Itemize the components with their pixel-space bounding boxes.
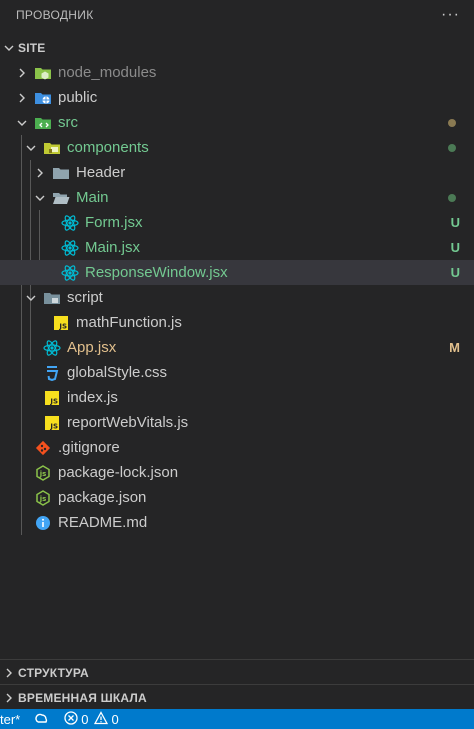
tree-item-label: Form.jsx bbox=[85, 214, 143, 231]
tree-item-label: package.json bbox=[58, 489, 147, 506]
tree-item-label: public bbox=[58, 89, 98, 106]
tree-item-label: Main.jsx bbox=[85, 239, 141, 256]
src-folder-icon bbox=[34, 114, 52, 132]
js-icon: JS bbox=[43, 389, 61, 407]
svg-text:JS: JS bbox=[49, 397, 58, 405]
tree-item-main-jsx[interactable]: Main.jsx U bbox=[0, 235, 474, 260]
tree-item-label: node_modules bbox=[58, 64, 157, 81]
tree-item-index-js[interactable]: JS index.js bbox=[0, 385, 474, 410]
nodejs-icon: js bbox=[34, 464, 52, 482]
script-folder-icon bbox=[43, 289, 61, 307]
timeline-section-label: ВРЕМЕННАЯ ШКАЛА bbox=[18, 690, 147, 705]
chevron-down-icon[interactable] bbox=[32, 190, 48, 206]
git-status-badge: U bbox=[450, 215, 460, 230]
modified-dot-indicator bbox=[448, 143, 456, 152]
status-bar: ter* 0 0 bbox=[0, 709, 474, 729]
timeline-section-header[interactable]: ВРЕМЕННАЯ ШКАЛА bbox=[0, 685, 474, 710]
tree-item-label: App.jsx bbox=[67, 339, 117, 356]
chevron-down-icon[interactable] bbox=[23, 140, 39, 156]
chevron-right-icon[interactable] bbox=[14, 90, 30, 106]
chevron-right-icon bbox=[2, 667, 16, 679]
tree-item-global-style-css[interactable]: globalStyle.css bbox=[0, 360, 474, 385]
tree-item-label: package-lock.json bbox=[58, 464, 179, 481]
modified-dot-indicator bbox=[448, 193, 456, 202]
git-status-badge: U bbox=[450, 265, 460, 280]
git-status-badge: M bbox=[449, 340, 460, 355]
svg-text:js: js bbox=[39, 495, 47, 503]
tree-item-label: reportWebVitals.js bbox=[67, 414, 189, 431]
tree-item-label: Header bbox=[76, 164, 126, 181]
react-icon bbox=[61, 264, 79, 282]
tree-item-label: mathFunction.js bbox=[76, 314, 182, 331]
node-folder-icon bbox=[34, 64, 52, 82]
tree-item-report-web-vitals-js[interactable]: JS reportWebVitals.js bbox=[0, 410, 474, 435]
folder-open-icon bbox=[52, 189, 70, 207]
svg-text:js: js bbox=[39, 470, 47, 478]
tree-item-label: Main bbox=[76, 189, 109, 206]
svg-text:JS: JS bbox=[58, 322, 67, 330]
root-folder-header[interactable]: SITE bbox=[0, 35, 474, 60]
warning-count: 0 bbox=[111, 711, 119, 727]
react-icon bbox=[43, 339, 61, 357]
tree-item-node-modules[interactable]: node_modules bbox=[0, 60, 474, 85]
tree-item-label: src bbox=[58, 114, 78, 131]
tree-item-label: README.md bbox=[58, 514, 148, 531]
tree-item-src[interactable]: src bbox=[0, 110, 474, 135]
tree-item-components[interactable]: components bbox=[0, 135, 474, 160]
tree-item-readme-md[interactable]: README.md bbox=[0, 510, 474, 535]
tree-item-math-function-js[interactable]: JS mathFunction.js bbox=[0, 310, 474, 335]
git-icon bbox=[34, 439, 52, 457]
js-icon: JS bbox=[43, 414, 61, 432]
git-branch-status[interactable]: ter* bbox=[0, 712, 20, 727]
tree-item-label: .gitignore bbox=[58, 439, 120, 456]
svg-text:JS: JS bbox=[49, 422, 58, 430]
sync-icon[interactable] bbox=[34, 712, 50, 726]
explorer-header: ПРОВОДНИК ··· bbox=[0, 0, 474, 30]
tree-item-label: script bbox=[67, 289, 103, 306]
outline-section-label: СТРУКТУРА bbox=[18, 665, 89, 680]
chevron-right-icon[interactable] bbox=[32, 165, 48, 181]
warning-icon bbox=[94, 710, 109, 728]
react-icon bbox=[61, 239, 79, 257]
public-folder-icon bbox=[34, 89, 52, 107]
chevron-right-icon bbox=[2, 692, 16, 704]
chevron-right-icon[interactable] bbox=[14, 65, 30, 81]
js-icon: JS bbox=[52, 314, 70, 332]
tree-item-package-json[interactable]: js package.json bbox=[0, 485, 474, 510]
tree-item-public[interactable]: public bbox=[0, 85, 474, 110]
tree-item-response-window-jsx[interactable]: ResponseWindow.jsx U bbox=[0, 260, 474, 285]
chevron-down-icon[interactable] bbox=[14, 115, 30, 131]
error-count: 0 bbox=[81, 711, 89, 727]
tree-item-main[interactable]: Main bbox=[0, 185, 474, 210]
tree-item-label: components bbox=[67, 139, 149, 156]
root-folder-label: SITE bbox=[18, 40, 46, 55]
css-icon bbox=[43, 364, 61, 382]
modified-dot-indicator bbox=[448, 118, 456, 127]
info-icon bbox=[34, 514, 52, 532]
tree-item-label: globalStyle.css bbox=[67, 364, 168, 381]
components-folder-icon bbox=[43, 139, 61, 157]
tree-item-package-lock-json[interactable]: js package-lock.json bbox=[0, 460, 474, 485]
tree-item-gitignore[interactable]: .gitignore bbox=[0, 435, 474, 460]
explorer-title: ПРОВОДНИК bbox=[16, 8, 94, 22]
tree-item-script[interactable]: script bbox=[0, 285, 474, 310]
problems-status[interactable]: 0 0 bbox=[64, 710, 124, 728]
tree-item-form-jsx[interactable]: Form.jsx U bbox=[0, 210, 474, 235]
folder-icon bbox=[52, 164, 70, 182]
chevron-down-icon[interactable] bbox=[23, 290, 39, 306]
chevron-down-icon bbox=[2, 42, 16, 54]
tree-item-header[interactable]: Header bbox=[0, 160, 474, 185]
nodejs-icon: js bbox=[34, 489, 52, 507]
more-actions-icon[interactable]: ··· bbox=[441, 6, 460, 24]
error-icon bbox=[64, 710, 78, 728]
react-icon bbox=[61, 214, 79, 232]
outline-section-header[interactable]: СТРУКТУРА bbox=[0, 660, 474, 685]
tree-item-label: index.js bbox=[67, 389, 118, 406]
branch-name: ter* bbox=[0, 711, 21, 727]
git-status-badge: U bbox=[450, 240, 460, 255]
tree-item-app-jsx[interactable]: App.jsx M bbox=[0, 335, 474, 360]
tree-item-label: ResponseWindow.jsx bbox=[85, 264, 228, 281]
